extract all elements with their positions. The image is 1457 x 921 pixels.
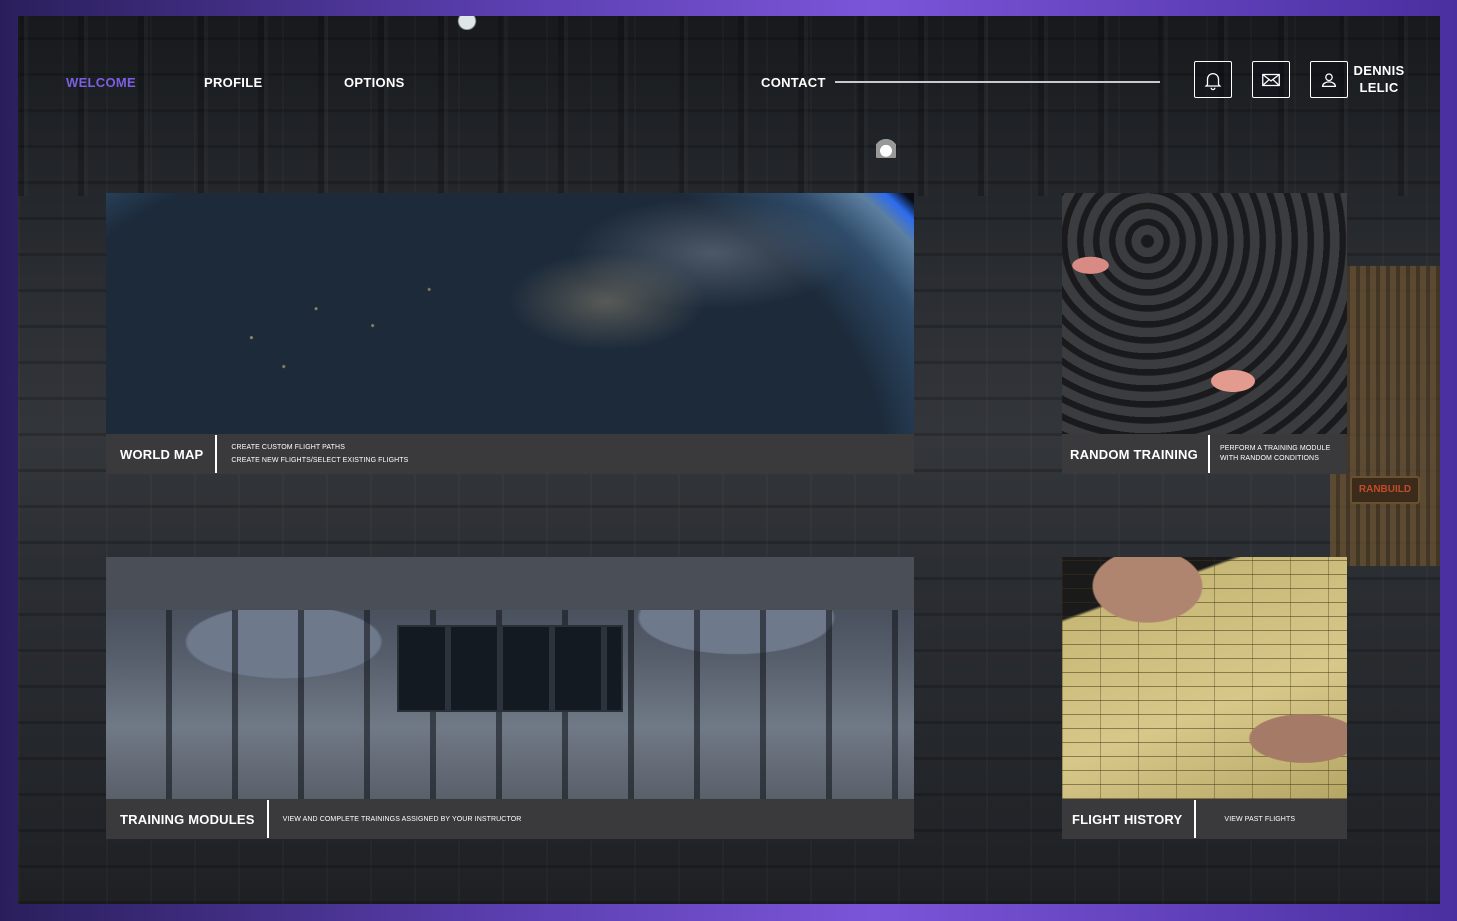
bell-icon (1204, 72, 1222, 90)
flight-history-card[interactable]: FLIGHT HISTORY VIEW PAST FLIGHTS (1062, 557, 1347, 839)
user-last-name: LELIC (1359, 80, 1399, 95)
random-training-title: RANDOM TRAINING (1070, 446, 1198, 462)
random-training-bar: RANDOM TRAINING PERFORM A TRAINING MODUL… (1062, 434, 1347, 474)
world-map-description: CREATE CUSTOM FLIGHT PATHS CREATE NEW FL… (217, 441, 408, 467)
earth-city-lights (106, 193, 914, 434)
nav-welcome[interactable]: WELCOME (66, 75, 136, 90)
flight-history-bar: FLIGHT HISTORY VIEW PAST FLIGHTS (1062, 799, 1347, 839)
nav-profile[interactable]: PROFILE (204, 75, 262, 90)
random-training-card[interactable]: RANDOM TRAINING PERFORM A TRAINING MODUL… (1062, 193, 1347, 474)
world-map-title: WORLD MAP (120, 446, 204, 462)
profile-button[interactable] (1310, 61, 1348, 98)
flight-history-title: FLIGHT HISTORY (1072, 811, 1183, 827)
flight-history-desc-line-1: VIEW PAST FLIGHTS (1224, 815, 1296, 823)
cockpit-displays (396, 624, 624, 712)
training-modules-description: VIEW AND COMPLETE TRAININGS ASSIGNED BY … (269, 813, 522, 826)
random-training-image (1062, 193, 1347, 434)
world-map-card[interactable]: WORLD MAP CREATE CUSTOM FLIGHT PATHS CRE… (106, 193, 914, 474)
training-modules-title: TRAINING MODULES (120, 811, 255, 827)
messages-button[interactable] (1252, 61, 1290, 98)
flight-history-description: VIEW PAST FLIGHTS (1196, 813, 1295, 826)
flight-history-image (1062, 557, 1347, 799)
random-training-description: PERFORM A TRAINING MODULE WITH RANDOM CO… (1210, 444, 1331, 464)
training-modules-bar: TRAINING MODULES VIEW AND COMPLETE TRAIN… (106, 799, 914, 839)
training-modules-desc-line-1: VIEW AND COMPLETE TRAININGS ASSIGNED BY … (282, 815, 522, 823)
user-name[interactable]: DENNIS LELIC (1349, 62, 1409, 96)
hangar-lamp (876, 134, 896, 158)
nav-contact[interactable]: CONTACT (761, 75, 826, 90)
app-window: RANBUILD WELCOME PROFILE OPTIONS CONTACT (18, 16, 1440, 904)
training-modules-image (106, 557, 914, 799)
hangar-sign: RANBUILD (1350, 476, 1420, 504)
world-map-bar: WORLD MAP CREATE CUSTOM FLIGHT PATHS CRE… (106, 434, 914, 474)
world-map-desc-line-1: CREATE CUSTOM FLIGHT PATHS (231, 444, 345, 451)
nav-options[interactable]: OPTIONS (344, 75, 405, 90)
mail-icon (1262, 73, 1280, 86)
world-map-image (106, 193, 914, 434)
training-modules-card[interactable]: TRAINING MODULES VIEW AND COMPLETE TRAIN… (106, 557, 914, 839)
world-map-desc-line-2: CREATE NEW FLIGHTS/SELECT EXISTING FLIGH… (231, 457, 409, 464)
top-nav: WELCOME PROFILE OPTIONS CONTACT DENNIS L… (18, 16, 1440, 126)
random-training-desc-line-1: PERFORM A TRAINING MODULE (1219, 445, 1331, 452)
user-icon (1321, 72, 1337, 87)
user-first-name: DENNIS (1353, 63, 1405, 78)
nav-divider-line (835, 81, 1160, 83)
random-training-desc-line-2: WITH RANDOM CONDITIONS (1219, 455, 1319, 462)
notifications-button[interactable] (1194, 61, 1232, 98)
